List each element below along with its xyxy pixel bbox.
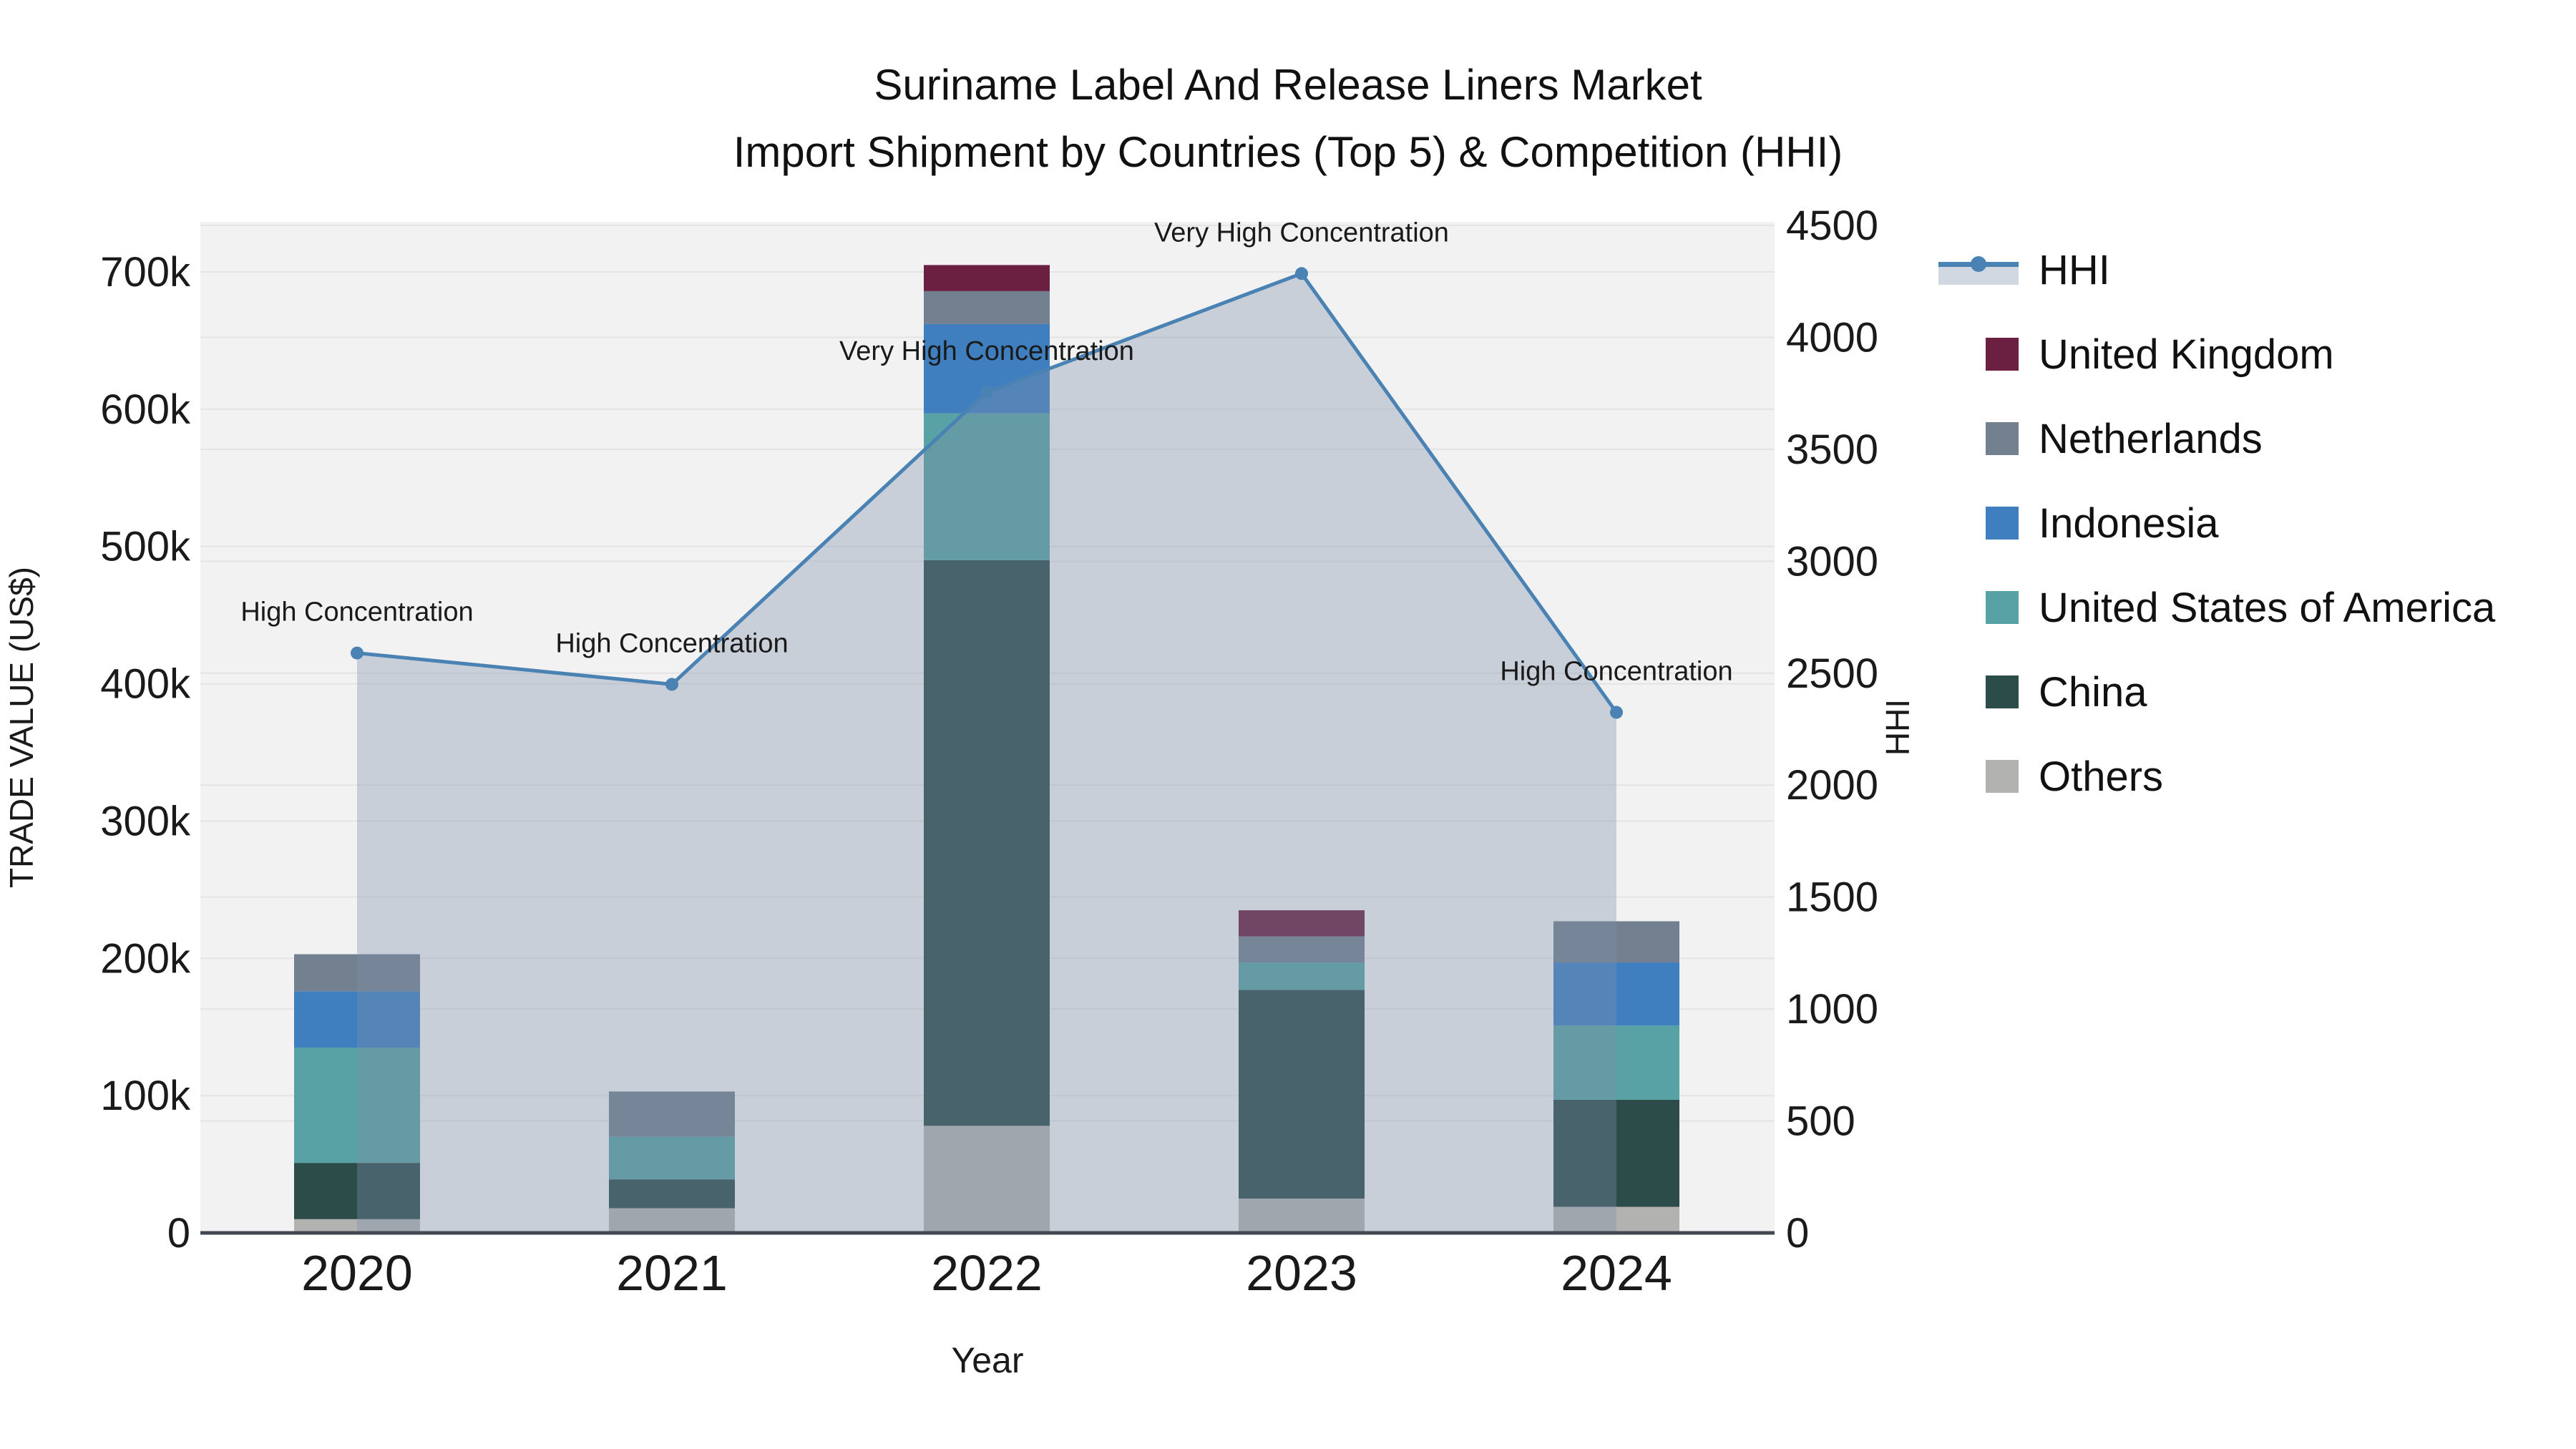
legend-swatch-netherlands-icon [1986, 422, 2019, 455]
y-right-tick-2000: 2000 [1786, 762, 1878, 809]
legend-swatch-others-icon [1986, 760, 2019, 793]
y-right-tick-4500: 4500 [1786, 203, 1878, 249]
y-left-tick-200k: 200k [100, 935, 191, 982]
hhi-marker-2020[interactable] [351, 646, 364, 660]
y-right-axis-title: HHI [1879, 699, 1916, 756]
y-right-tick-500: 500 [1786, 1098, 1855, 1145]
y-left-tick-0: 0 [167, 1210, 190, 1257]
y-left-tick-400k: 400k [100, 661, 191, 708]
y-right-tick-2500: 2500 [1786, 650, 1878, 697]
figure: Suriname Label And Release Liners Market… [0, 0, 2576, 1449]
legend-item-others[interactable]: Others [1986, 753, 2495, 800]
legend-item-united-kingdom[interactable]: United Kingdom [1986, 331, 2495, 378]
hhi-marker-2021[interactable] [665, 678, 678, 691]
legend-swatch-china-icon [1986, 675, 2019, 708]
legend-item-hhi[interactable]: HHI [1938, 246, 2495, 293]
legend-swatch-united-kingdom-icon [1986, 338, 2019, 371]
annotation-2023: Very High Concentration [1154, 218, 1449, 248]
legend-item-indonesia[interactable]: Indonesia [1986, 499, 2495, 547]
x-tick-2021: 2021 [616, 1245, 728, 1301]
y-left-tick-600k: 600k [100, 386, 191, 433]
x-axis-title: Year [951, 1340, 1023, 1380]
legend-label-united-kingdom: United Kingdom [2039, 331, 2334, 378]
y-left-tick-500k: 500k [100, 524, 191, 570]
hhi-marker-2023[interactable] [1295, 267, 1308, 280]
hhi-marker-2024[interactable] [1610, 706, 1623, 719]
y-left-tick-300k: 300k [100, 798, 191, 844]
x-tick-2024: 2024 [1561, 1245, 1672, 1301]
y-right-tick-0: 0 [1786, 1210, 1809, 1257]
annotation-2021: High Concentration [555, 628, 788, 658]
hhi-legend-swatch-icon [1938, 253, 2019, 286]
legend-item-china[interactable]: China [1986, 668, 2495, 716]
legend-item-netherlands[interactable]: Netherlands [1986, 416, 2495, 462]
y-left-tick-700k: 700k [100, 249, 191, 296]
x-tick-2022: 2022 [931, 1245, 1043, 1301]
x-tick-2023: 2023 [1246, 1245, 1357, 1301]
legend-label-others: Others [2039, 753, 2164, 800]
bar-segment-netherlands-2022[interactable] [924, 291, 1050, 324]
y-right-tick-3500: 3500 [1786, 426, 1878, 473]
annotation-2020: High Concentration [240, 597, 473, 628]
y-right-tick-3000: 3000 [1786, 538, 1878, 585]
legend: HHI United Kingdom Netherlands Indonesia Uni… [1938, 246, 2495, 800]
legend-label-china: China [2039, 668, 2147, 716]
y-right-tick-1500: 1500 [1786, 874, 1878, 921]
legend-label-hhi: HHI [2039, 246, 2110, 293]
bar-segment-united-kingdom-2022[interactable] [924, 265, 1050, 291]
y-left-axis-title: TRADE VALUE (US$) [3, 567, 40, 888]
legend-label-indonesia: Indonesia [2039, 499, 2219, 547]
annotation-2024: High Concentration [1500, 657, 1732, 687]
y-left-tick-100k: 100k [100, 1073, 191, 1119]
x-tick-2020: 2020 [301, 1245, 413, 1301]
legend-label-netherlands: Netherlands [2039, 415, 2263, 462]
legend-label-united-states-of-america: United States of America [2039, 584, 2496, 631]
annotation-2022: Very High Concentration [839, 336, 1134, 366]
y-right-tick-1000: 1000 [1786, 986, 1878, 1033]
y-right-tick-4000: 4000 [1786, 314, 1878, 361]
legend-item-united-states-of-america[interactable]: United States of America [1986, 585, 2495, 631]
legend-swatch-indonesia-icon [1986, 507, 2019, 540]
hhi-legend-marker-dot [1971, 256, 1986, 272]
hhi-marker-2022[interactable] [980, 386, 993, 399]
legend-swatch-united-states-of-america-icon [1986, 591, 2019, 624]
